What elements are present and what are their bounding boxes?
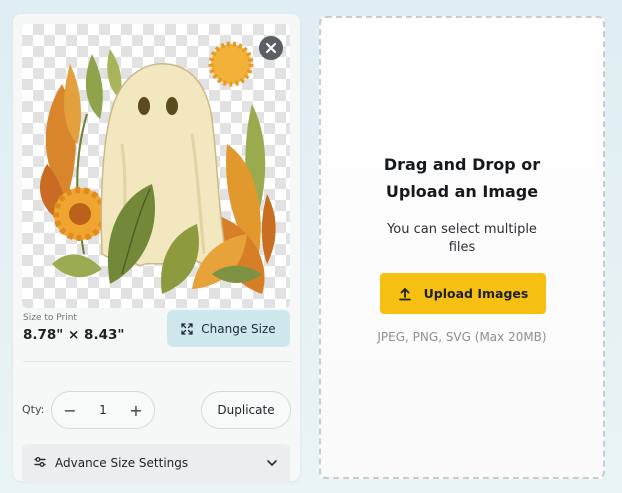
decrement-button[interactable]: − <box>56 392 84 428</box>
duplicate-button[interactable]: Duplicate <box>201 391 291 429</box>
change-size-button[interactable]: Change Size <box>167 310 290 347</box>
close-icon <box>266 43 276 53</box>
advance-size-settings-toggle[interactable]: Advance Size Settings <box>22 444 290 483</box>
change-size-label: Change Size <box>201 321 276 336</box>
advance-size-settings-label: Advance Size Settings <box>55 456 189 470</box>
product-card: Size to Print 8.78" × 8.43" Change Size … <box>13 14 300 483</box>
accepted-formats-text: JPEG, PNG, SVG (Max 20MB) <box>377 330 547 344</box>
qty-label: Qty: <box>22 403 45 416</box>
increment-button[interactable]: + <box>122 392 150 428</box>
remove-image-button[interactable] <box>259 36 283 60</box>
upload-icon <box>398 287 411 300</box>
drop-zone-title-line2: Upload an Image <box>385 182 539 201</box>
design-preview <box>22 24 290 308</box>
ghost-autumn-artwork <box>39 41 276 294</box>
chevron-down-icon <box>267 460 277 466</box>
quantity-value[interactable]: 1 <box>88 392 118 428</box>
drop-zone-subtitle-line1: You can select multiple <box>387 222 537 237</box>
size-to-print-label: Size to Print <box>23 313 77 323</box>
upload-images-button[interactable]: Upload Images <box>380 273 546 314</box>
quantity-stepper: − 1 + <box>51 391 155 429</box>
drop-zone-title-line1: Drag and Drop or <box>383 155 541 174</box>
upload-images-label: Upload Images <box>423 286 529 301</box>
drop-zone-subtitle-line2: files <box>448 240 476 255</box>
print-size-value: 8.78" × 8.43" <box>23 327 125 343</box>
sliders-icon <box>34 457 46 467</box>
resize-icon <box>181 322 193 335</box>
upload-drop-zone[interactable]: Drag and Drop or Upload an Image You can… <box>319 16 605 479</box>
divider <box>23 361 291 362</box>
